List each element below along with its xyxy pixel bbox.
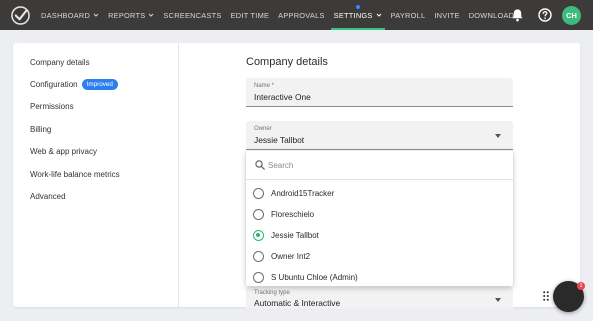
- sidebar-item-configuration[interactable]: Configuration Improved: [30, 79, 118, 90]
- owner-label: Owner: [254, 126, 272, 132]
- sidebar-item-label: Billing: [30, 125, 52, 134]
- nav-item-label: SCREENCASTS: [163, 10, 222, 20]
- sidebar-item-label: Work-life balance metrics: [30, 170, 120, 179]
- nav-item-label: EDIT TIME: [230, 10, 270, 20]
- sidebar-item-label: Configuration: [30, 80, 78, 89]
- chevron-down-icon: [376, 13, 381, 17]
- owner-option[interactable]: Jessie Tallbot: [253, 227, 503, 243]
- nav-item-label: DOWNLOAD: [468, 10, 515, 20]
- sidebar-item-permissions[interactable]: Permissions: [30, 102, 74, 111]
- dropdown-arrow-icon: [495, 298, 501, 302]
- nav-item-label: PAYROLL: [390, 10, 426, 20]
- improved-badge: Improved: [81, 79, 118, 90]
- nav-item-settings[interactable]: SETTINGS: [330, 0, 385, 30]
- nav-item-reports[interactable]: REPORTS: [108, 0, 154, 30]
- owner-select[interactable]: Owner Jessie Tallbot: [246, 121, 513, 150]
- sidebar-item-label: Web & app privacy: [30, 147, 97, 156]
- dropdown-arrow-icon: [495, 134, 501, 138]
- drag-handle-icon[interactable]: [543, 291, 549, 301]
- sidebar-item-billing[interactable]: Billing: [30, 125, 51, 134]
- company-name-value: Interactive One: [254, 92, 311, 102]
- radio-unselected-icon[interactable]: [253, 208, 264, 220]
- chat-unread-badge: 1: [577, 282, 585, 290]
- page-title: Company details: [246, 56, 328, 68]
- radio-unselected-icon[interactable]: [253, 250, 264, 262]
- owner-dropdown-menu: Android15Tracker Floreschielo Jessie Tallb…: [246, 151, 513, 286]
- sidebar-item-company-details[interactable]: Company details: [30, 58, 90, 67]
- owner-option-label: Floreschielo: [271, 209, 315, 219]
- nav-item-edit-time[interactable]: EDIT TIME: [231, 0, 270, 30]
- top-navbar: DASHBOARD REPORTS SCREENCASTS EDIT TIME APPR…: [0, 0, 593, 30]
- radio-selected-icon[interactable]: [253, 229, 264, 241]
- radio-unselected-icon[interactable]: [253, 271, 264, 283]
- chevron-down-icon: [93, 13, 99, 17]
- owner-option-label: Android15Tracker: [271, 188, 335, 198]
- sidebar-item-label: Permissions: [30, 102, 74, 111]
- nav-item-payroll[interactable]: PAYROLL: [391, 0, 426, 30]
- search-icon: [255, 160, 265, 170]
- new-indicator-dot: [355, 5, 360, 9]
- sidebar-item-web-app-privacy[interactable]: Web & app privacy: [30, 147, 97, 156]
- owner-option[interactable]: Floreschielo: [253, 206, 503, 222]
- notifications-bell-icon[interactable]: [511, 8, 524, 22]
- sidebar-item-label: Company details: [30, 58, 90, 67]
- tracking-type-label: Tracking type: [254, 290, 290, 296]
- company-name-field[interactable]: Name * Interactive One: [246, 78, 513, 107]
- nav-item-invite[interactable]: INVITE: [434, 0, 459, 30]
- nav-item-dashboard[interactable]: DASHBOARD: [41, 0, 99, 30]
- chevron-down-icon: [149, 13, 154, 17]
- tracking-type-select[interactable]: Tracking type Automatic & Interactive: [246, 287, 513, 309]
- owner-option[interactable]: S Ubuntu Chloe (Admin): [253, 269, 503, 285]
- owner-search-input[interactable]: [268, 158, 498, 173]
- nav-item-label: REPORTS: [108, 10, 146, 20]
- dropdown-search-row: [246, 151, 513, 180]
- nav-item-label: DASHBOARD: [41, 10, 91, 20]
- settings-sidebar: Company details Configuration Improved P…: [13, 43, 179, 307]
- owner-option[interactable]: Owner Int2: [253, 248, 503, 264]
- owner-value: Jessie Tallbot: [254, 135, 305, 145]
- sidebar-item-label: Advanced: [30, 192, 66, 201]
- nav-item-download[interactable]: DOWNLOAD: [469, 0, 515, 30]
- company-name-label: Name *: [254, 83, 275, 89]
- app-logo-icon[interactable]: [11, 6, 30, 25]
- help-question-icon[interactable]: [538, 8, 552, 22]
- nav-item-label: APPROVALS: [278, 10, 325, 20]
- user-avatar[interactable]: CH: [562, 6, 581, 25]
- nav-item-label: INVITE: [434, 10, 460, 20]
- sidebar-item-work-life-balance[interactable]: Work-life balance metrics: [30, 170, 120, 179]
- owner-option-label: S Ubuntu Chloe (Admin): [271, 272, 358, 282]
- owner-option-label: Jessie Tallbot: [271, 230, 319, 240]
- main-nav: DASHBOARD REPORTS SCREENCASTS EDIT TIME APPR…: [41, 0, 523, 30]
- nav-item-approvals[interactable]: APPROVALS: [278, 0, 324, 30]
- nav-item-screencasts[interactable]: SCREENCASTS: [163, 0, 221, 30]
- tracking-type-value: Automatic & Interactive: [254, 298, 341, 308]
- radio-unselected-icon[interactable]: [253, 187, 264, 199]
- owner-option-label: Owner Int2: [271, 251, 311, 261]
- owner-option[interactable]: Android15Tracker: [253, 185, 503, 201]
- sidebar-item-advanced[interactable]: Advanced: [30, 192, 66, 201]
- nav-item-label: SETTINGS: [333, 10, 373, 20]
